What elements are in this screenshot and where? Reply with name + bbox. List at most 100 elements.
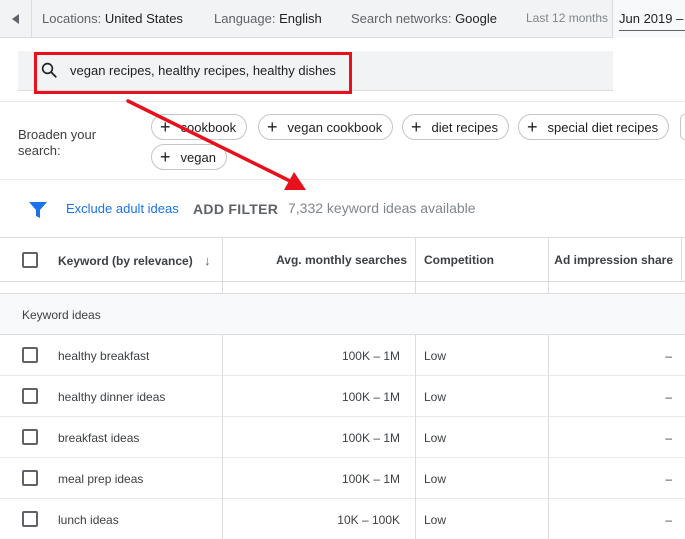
avg-monthly-cell: 100K – 1M xyxy=(341,349,400,363)
add-filter-button[interactable]: ADD FILTER xyxy=(193,201,278,217)
date-range-label: Last 12 months xyxy=(526,11,609,25)
plus-icon: + xyxy=(160,117,171,137)
plus-icon: + xyxy=(267,117,278,137)
row-checkbox[interactable] xyxy=(22,347,38,363)
competition-header[interactable]: Competition xyxy=(424,253,494,267)
column-divider xyxy=(548,335,549,376)
top-settings-bar: Locations: United States Language: Engli… xyxy=(0,0,685,38)
row-checkbox[interactable] xyxy=(22,511,38,527)
ad-impression-cell: – xyxy=(665,349,672,363)
sort-arrow-icon: ↓ xyxy=(204,253,211,268)
chip-label: special diet recipes xyxy=(547,119,659,135)
networks-label: Search networks: xyxy=(351,11,452,26)
column-divider xyxy=(222,282,223,294)
column-divider xyxy=(548,499,549,539)
chip-special-diet-recipes[interactable]: + special diet recipes xyxy=(518,114,670,140)
competition-cell: Low xyxy=(424,431,447,445)
column-divider xyxy=(548,417,549,458)
ad-impression-cell: – xyxy=(665,513,672,527)
table-row: breakfast ideas 100K – 1M Low – xyxy=(0,417,685,458)
chip-overflow[interactable] xyxy=(680,114,685,140)
broaden-label: Broaden your search: xyxy=(18,127,97,158)
keyword-ideas-count: 7,332 keyword ideas available xyxy=(288,200,476,216)
column-divider xyxy=(415,335,416,376)
header-spacer-row xyxy=(0,282,685,294)
competition-cell: Low xyxy=(424,472,447,486)
table-row: lunch ideas 10K – 100K Low – xyxy=(0,499,685,539)
avg-monthly-cell: 100K – 1M xyxy=(341,472,400,486)
chip-cookbook[interactable]: + cookbook xyxy=(151,114,248,140)
keyword-cell: lunch ideas xyxy=(58,513,119,527)
column-divider xyxy=(415,282,416,294)
language-label: Language: xyxy=(214,11,276,26)
keyword-ideas-group-row: Keyword ideas xyxy=(0,294,685,335)
column-divider xyxy=(222,499,223,539)
ad-impression-cell: – xyxy=(665,390,672,404)
table-row: healthy dinner ideas 100K – 1M Low – xyxy=(0,376,685,417)
row-checkbox[interactable] xyxy=(22,388,38,404)
column-divider xyxy=(548,282,549,294)
chip-label: vegan cookbook xyxy=(287,119,383,135)
table-header: Keyword (by relevance) ↓ Avg. monthly se… xyxy=(0,238,685,282)
column-divider xyxy=(681,238,682,282)
group-label: Keyword ideas xyxy=(22,308,101,322)
table-row: meal prep ideas 100K – 1M Low – xyxy=(0,458,685,499)
column-divider xyxy=(222,238,223,282)
chip-label: cookbook xyxy=(180,119,237,135)
language-setting[interactable]: Language: English xyxy=(214,11,322,26)
locations-value: United States xyxy=(104,11,183,26)
filter-icon[interactable] xyxy=(29,202,47,218)
table-row: healthy breakfast 100K – 1M Low – xyxy=(0,335,685,376)
avg-monthly-cell: 100K – 1M xyxy=(341,390,400,404)
locations-setting[interactable]: Locations: United States xyxy=(42,11,183,26)
column-divider xyxy=(222,376,223,417)
keyword-cell: breakfast ideas xyxy=(58,431,140,445)
language-value: English xyxy=(279,11,322,26)
exclude-adult-ideas-link[interactable]: Exclude adult ideas xyxy=(66,201,179,216)
keyword-header-label: Keyword (by relevance) xyxy=(58,254,193,268)
column-divider xyxy=(222,417,223,458)
row-checkbox[interactable] xyxy=(22,470,38,486)
column-divider xyxy=(548,376,549,417)
plus-icon: + xyxy=(411,117,422,137)
date-underline xyxy=(619,30,685,31)
keyword-column-header[interactable]: Keyword (by relevance) ↓ xyxy=(58,253,211,268)
avg-monthly-cell: 10K – 100K xyxy=(337,513,400,527)
keyword-cell: healthy dinner ideas xyxy=(58,390,166,404)
column-divider xyxy=(548,238,549,282)
column-divider xyxy=(415,499,416,539)
chip-label: vegan xyxy=(180,149,216,165)
competition-cell: Low xyxy=(424,349,447,363)
competition-cell: Low xyxy=(424,390,447,404)
column-divider xyxy=(415,458,416,499)
column-divider xyxy=(222,335,223,376)
annotation-highlight-box xyxy=(34,52,352,94)
date-range-picker[interactable]: Jun 2019 – xyxy=(612,0,685,38)
row-checkbox[interactable] xyxy=(22,429,38,445)
chip-vegan[interactable]: + vegan xyxy=(151,144,227,170)
chip-diet-recipes[interactable]: + diet recipes xyxy=(402,114,509,140)
avg-monthly-searches-header[interactable]: Avg. monthly searches xyxy=(224,253,407,267)
networks-value: Google xyxy=(455,11,497,26)
column-divider xyxy=(548,458,549,499)
back-button[interactable] xyxy=(0,0,32,38)
plus-icon: + xyxy=(527,117,538,137)
ad-impression-cell: – xyxy=(665,472,672,486)
avg-monthly-cell: 100K – 1M xyxy=(341,431,400,445)
broaden-search-section: Broaden your search: + cookbook + vegan … xyxy=(0,102,685,180)
column-divider xyxy=(415,376,416,417)
ad-impression-cell: – xyxy=(665,431,672,445)
date-range-value: Jun 2019 – xyxy=(619,11,684,26)
select-all-checkbox[interactable] xyxy=(22,252,38,268)
search-networks-setting[interactable]: Search networks: Google xyxy=(351,11,497,26)
keyword-cell: healthy breakfast xyxy=(58,349,150,363)
locations-label: Locations: xyxy=(42,11,102,26)
filter-bar: Exclude adult ideas ADD FILTER 7,332 key… xyxy=(0,180,685,238)
chevron-left-icon xyxy=(12,14,19,24)
keyword-cell: meal prep ideas xyxy=(58,472,144,486)
plus-icon: + xyxy=(160,147,171,167)
column-divider xyxy=(222,458,223,499)
chip-vegan-cookbook[interactable]: + vegan cookbook xyxy=(258,114,394,140)
ad-impression-share-header[interactable]: Ad impression share xyxy=(550,253,673,267)
column-divider xyxy=(415,238,416,282)
